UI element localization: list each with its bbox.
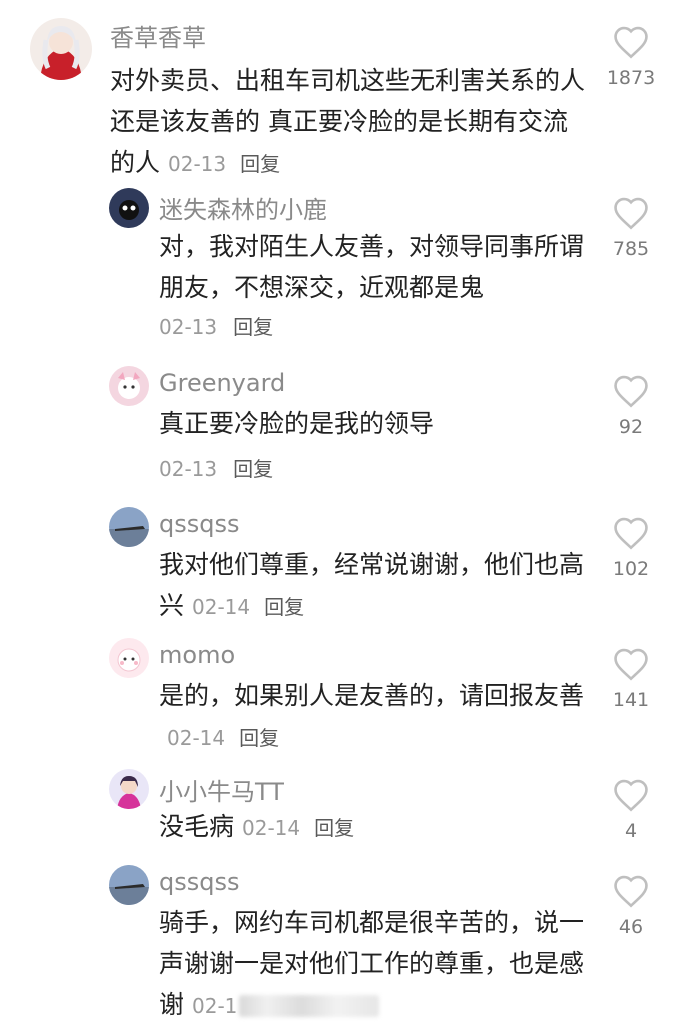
comment-date: 02-14 xyxy=(192,595,251,619)
username[interactable]: 迷失森林的小鹿 xyxy=(159,190,327,225)
username[interactable]: momo xyxy=(159,641,235,669)
like-button[interactable]: 1873 xyxy=(596,25,666,89)
like-count: 46 xyxy=(618,916,644,938)
avatar[interactable] xyxy=(109,638,149,678)
comment-text: 是的，如果别人是友善的，请回报友善02-14 回复 xyxy=(159,681,585,750)
like-count: 102 xyxy=(612,558,650,580)
heart-icon xyxy=(614,197,648,230)
comment-text: 没毛病 02-14 回复 xyxy=(159,812,355,841)
like-count: 4 xyxy=(624,820,638,842)
like-count: 785 xyxy=(612,238,650,260)
avatar[interactable] xyxy=(109,769,149,809)
comment-date: 02-13 xyxy=(159,457,218,481)
username[interactable]: 香草香草 xyxy=(110,18,206,53)
heart-icon xyxy=(614,26,648,59)
comment-meta: 02-13 回复 xyxy=(159,311,273,340)
like-count: 141 xyxy=(612,689,650,711)
reply-button[interactable]: 回复 xyxy=(233,457,273,481)
heart-icon xyxy=(614,779,648,812)
comment-text: 对外卖员、出租车司机这些无利害关系的人还是该友善的 真正要冷脸的是长期有交流的人… xyxy=(110,66,586,177)
comment-text: 我对他们尊重，经常说谢谢，他们也高兴 02-14 回复 xyxy=(159,550,585,620)
like-button[interactable]: 4 xyxy=(596,778,666,842)
username[interactable]: qssqss xyxy=(159,510,239,538)
comment-date: 02-13 xyxy=(168,152,227,176)
reply-button[interactable]: 回复 xyxy=(233,315,273,339)
like-button[interactable]: 102 xyxy=(596,516,666,580)
like-button[interactable]: 92 xyxy=(596,374,666,438)
comment-meta: 02-13 回复 xyxy=(159,453,273,482)
heart-icon xyxy=(614,375,648,408)
comment-text: 真正要冷脸的是我的领导 xyxy=(159,409,435,438)
avatar[interactable] xyxy=(109,366,149,406)
username[interactable]: qssqss xyxy=(159,868,239,896)
avatar[interactable] xyxy=(30,18,92,80)
reply-button[interactable]: 回复 xyxy=(264,595,304,619)
like-count: 92 xyxy=(618,416,644,438)
comment-date: 02-14 xyxy=(242,816,301,840)
comment-text: 骑手，网约车司机都是很辛苦的，说一声谢谢一是对他们工作的尊重，也是感谢 02-1 xyxy=(159,908,585,1019)
like-count: 1873 xyxy=(606,67,656,89)
comment-date: 02-13 xyxy=(159,315,218,339)
reply-button[interactable]: 回复 xyxy=(240,152,280,176)
heart-icon xyxy=(614,517,648,550)
like-button[interactable]: 46 xyxy=(596,874,666,938)
comment-text: 对，我对陌生人友善，对领导同事所谓朋友，不想深交，近观都是鬼 xyxy=(159,232,585,302)
reply-button[interactable]: 回复 xyxy=(239,726,279,750)
avatar[interactable] xyxy=(109,865,149,905)
username[interactable]: Greenyard xyxy=(159,369,285,397)
avatar[interactable] xyxy=(109,507,149,547)
avatar[interactable] xyxy=(109,188,149,228)
heart-icon xyxy=(614,875,648,908)
comment-date: 02-1 xyxy=(192,994,238,1018)
blurred-region xyxy=(239,995,380,1017)
like-button[interactable]: 785 xyxy=(596,196,666,260)
like-button[interactable]: 141 xyxy=(596,647,666,711)
reply-button[interactable]: 回复 xyxy=(314,816,354,840)
comment-date: 02-14 xyxy=(167,726,226,750)
heart-icon xyxy=(614,648,648,681)
username[interactable]: 小小牛马TT xyxy=(159,772,284,807)
